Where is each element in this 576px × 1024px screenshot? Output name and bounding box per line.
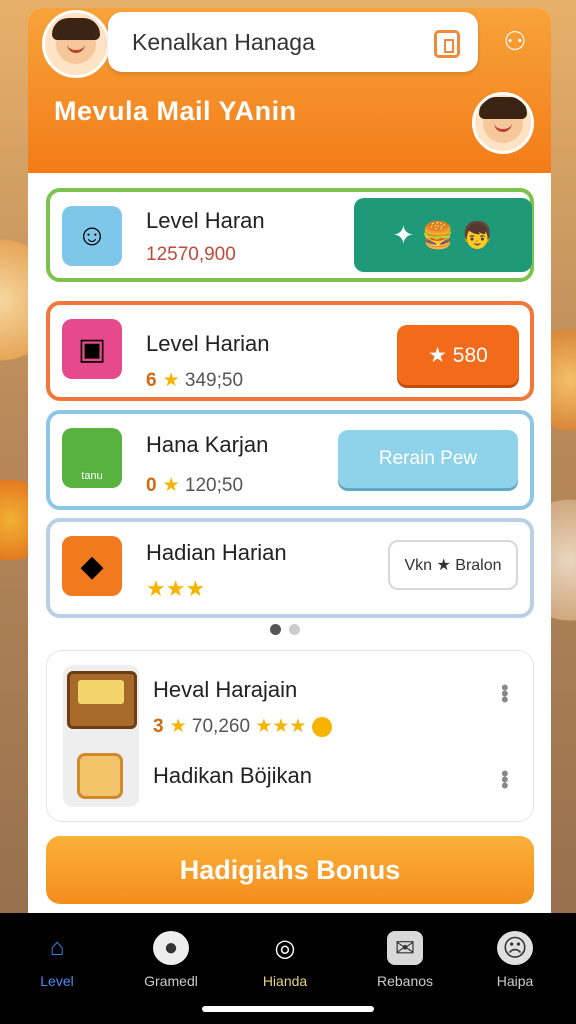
message-icon: ✉: [387, 931, 423, 965]
nav-label: Gramedl: [144, 973, 198, 989]
girl-avatar-icon: [479, 97, 527, 143]
profile-avatar[interactable]: [472, 92, 534, 154]
home-indicator[interactable]: [202, 1006, 374, 1012]
more-icon[interactable]: • • •: [501, 763, 509, 797]
item-count: 0: [146, 475, 157, 496]
item-count: 6: [146, 370, 157, 391]
home-icon: ⌂: [49, 934, 65, 961]
item-name: Level Haran: [146, 208, 265, 233]
map-icon: ◎: [274, 934, 296, 962]
ticket-icon: [77, 753, 123, 799]
item-stats: 0 ★ 120;50: [146, 474, 243, 497]
star-rating: ★★★: [255, 716, 307, 737]
star-icon: ★: [162, 370, 180, 391]
item-name: Hana Karjan: [146, 432, 269, 457]
bonus-chip-button[interactable]: Vkn ★ Bralon: [388, 540, 518, 590]
nav-label: Hianda: [262, 973, 308, 989]
item-name: Hadian Harian: [146, 540, 287, 565]
nav-label: Level: [40, 973, 74, 989]
panel-item-name: Hadikan Böjikan: [153, 763, 312, 788]
nav-item-gramedl[interactable]: ● Gramedl: [126, 931, 216, 989]
help-icon: ☹: [497, 931, 533, 965]
item-name: Level Harian: [146, 331, 270, 356]
girl-avatar-icon: [52, 18, 100, 64]
claim-button[interactable]: Rerain Pew: [338, 430, 518, 488]
nav-label: Haipa: [496, 973, 534, 989]
fruit-icon: ◆: [62, 536, 122, 596]
treasure-chest-icon: [63, 665, 139, 807]
person-icon: ●: [153, 931, 189, 965]
gift-box-icon: ▣: [62, 319, 122, 379]
boy-character-icon: ☺: [62, 206, 122, 266]
item-stats: 6 ★ 349;50: [146, 369, 243, 392]
panel-item-name: Heval Harajain: [153, 677, 298, 702]
item-value: 120;50: [184, 475, 244, 496]
copy-icon[interactable]: [434, 30, 460, 58]
list-item[interactable]: ◆ Hadian Harian ★★★ Vkn ★ Bralon: [46, 518, 534, 618]
nav-item-level[interactable]: ⌂ Level: [12, 931, 102, 989]
star-rating: ★★★: [146, 576, 206, 601]
star-price-button[interactable]: ★ 580: [397, 325, 519, 385]
nav-item-hianda[interactable]: ◎ Hianda: [240, 931, 330, 990]
panel-item-count: 3: [153, 716, 164, 737]
nav-label: Rebanos: [376, 973, 434, 989]
page-title: Kenalkan Hanaga: [132, 28, 315, 55]
user-avatar[interactable]: [42, 10, 110, 78]
star-icon: ★: [162, 475, 180, 496]
app-panel: Kenalkan Hanaga ⚇ Mevula Mail YAnin ☺ Le…: [28, 8, 551, 913]
title-bar: Kenalkan Hanaga: [108, 12, 478, 72]
nav-item-rebanos[interactable]: ✉ Rebanos: [360, 931, 450, 989]
page-dot[interactable]: [289, 624, 300, 635]
item-value: 12570,900: [146, 244, 236, 265]
page-subtitle: Mevula Mail YAnin: [54, 96, 297, 126]
reward-panel: Heval Harajain 3 ★ 70,260 ★★★ • • • Hadikan…: [46, 650, 534, 822]
bonus-button[interactable]: Hadigiahs Bonus: [46, 836, 534, 904]
gear-icon: tanu: [62, 428, 122, 488]
reward-button[interactable]: ✦ 🍔 👦: [354, 198, 532, 272]
list-item[interactable]: tanu Hana Karjan 0 ★ 120;50 Rerain Pew: [46, 410, 534, 510]
panel-item-stats: 3 ★ 70,260 ★★★: [153, 715, 332, 738]
list-item[interactable]: ▣ Level Harian 6 ★ 349;50 ★ 580: [46, 301, 534, 401]
item-value: 349;50: [184, 370, 244, 391]
coin-icon: [311, 716, 332, 737]
nav-item-haipa[interactable]: ☹ Haipa: [470, 931, 560, 989]
header: Kenalkan Hanaga ⚇ Mevula Mail YAnin: [28, 8, 551, 173]
page-dot-active[interactable]: [270, 624, 281, 635]
panel-item-value: 70,260: [191, 716, 251, 737]
people-icon[interactable]: ⚇: [498, 26, 532, 56]
star-icon: ★: [169, 716, 187, 737]
more-icon[interactable]: • • •: [501, 677, 509, 711]
list-item[interactable]: ☺ Level Haran 12570,900 ✦ 🍔 👦: [46, 188, 534, 282]
chest-icon: [67, 671, 137, 729]
page-indicator[interactable]: [270, 624, 300, 635]
